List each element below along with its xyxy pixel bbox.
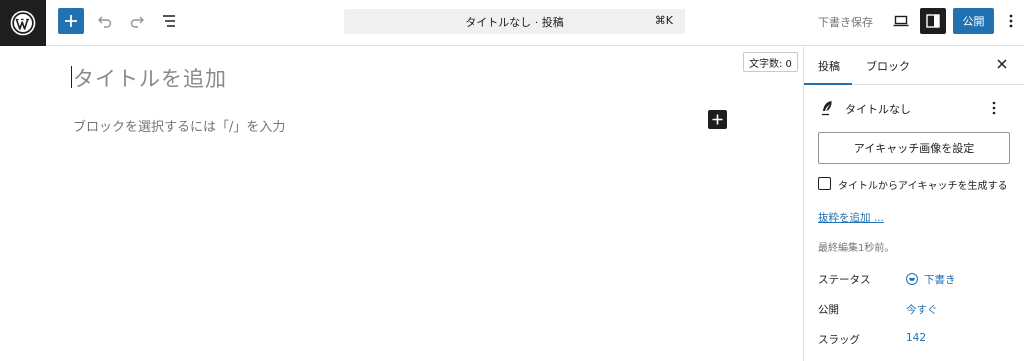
tab-post[interactable]: 投稿 <box>818 58 840 74</box>
status-value: 下書き <box>924 274 956 286</box>
slug-label: スラッグ <box>818 334 860 346</box>
close-icon <box>997 59 1007 69</box>
post-quill-icon <box>820 100 834 120</box>
list-view-icon <box>163 15 175 27</box>
add-excerpt-link[interactable]: 抜粋を追加 ... <box>818 210 884 225</box>
settings-sidebar: 投稿 ブロック タイトルなし アイキャッチ画像を設定 タイトルからアイキャッチを… <box>803 47 1024 361</box>
publish-button[interactable]: 公開 <box>953 8 994 34</box>
document-overview-button[interactable] <box>158 10 180 32</box>
desktop-icon <box>893 15 909 27</box>
command-palette-bar[interactable]: タイトルなし · 投稿 ⌘K <box>344 9 685 34</box>
generate-featured-checkbox[interactable] <box>818 177 831 190</box>
close-sidebar-button[interactable] <box>994 56 1010 72</box>
publish-date-label: 公開 <box>818 304 839 316</box>
post-title-input[interactable]: タイトルを追加 <box>73 63 227 93</box>
status-value-button[interactable]: 下書き <box>906 272 956 287</box>
undo-button[interactable] <box>94 10 116 32</box>
post-card: タイトルなし <box>804 98 1024 118</box>
set-featured-image-button[interactable]: アイキャッチ画像を設定 <box>818 132 1010 164</box>
sidebar-icon <box>926 14 940 28</box>
word-count-badge: 文字数: 0 <box>743 52 798 72</box>
publish-date-value-button[interactable]: 今すぐ <box>906 302 938 317</box>
redo-icon <box>130 16 144 28</box>
redo-button[interactable] <box>126 10 148 32</box>
status-label: ステータス <box>818 274 871 286</box>
settings-toggle-button[interactable] <box>920 8 946 34</box>
options-menu-button[interactable] <box>1003 10 1019 32</box>
plus-icon <box>65 15 77 27</box>
last-edited-text: 最終編集1秒前。 <box>818 243 895 254</box>
document-title: タイトルなし · 投稿 <box>465 16 564 29</box>
undo-icon <box>98 16 112 28</box>
block-inserter-button[interactable] <box>708 110 727 129</box>
text-cursor <box>71 66 72 88</box>
generate-featured-label: タイトルからアイキャッチを生成する <box>838 181 1008 192</box>
default-block-appender[interactable]: ブロックを選択するには「/」を入力 <box>73 116 285 135</box>
active-tab-indicator <box>804 83 852 85</box>
keyboard-shortcut: ⌘K <box>654 14 673 27</box>
editor-header: タイトルなし · 投稿 ⌘K 下書き保存 公開 <box>0 0 1024 46</box>
block-inserter-toggle-button[interactable] <box>58 8 84 34</box>
draft-status-icon <box>906 273 918 285</box>
vertical-ellipsis-icon <box>992 101 996 115</box>
post-actions-button[interactable] <box>992 100 996 119</box>
save-draft-button[interactable]: 下書き保存 <box>818 14 873 30</box>
vertical-ellipsis-icon <box>1009 14 1013 28</box>
editor-canvas: 文字数: 0 タイトルを追加 ブロックを選択するには「/」を入力 <box>0 47 803 361</box>
wordpress-logo-icon[interactable] <box>0 0 46 46</box>
plus-icon <box>712 114 723 125</box>
sidebar-post-title: タイトルなし <box>845 103 911 116</box>
sidebar-tabs: 投稿 ブロック <box>804 47 1024 85</box>
preview-button[interactable] <box>890 10 912 32</box>
tab-block[interactable]: ブロック <box>866 58 910 74</box>
slug-value-button[interactable]: 142 <box>906 332 926 344</box>
